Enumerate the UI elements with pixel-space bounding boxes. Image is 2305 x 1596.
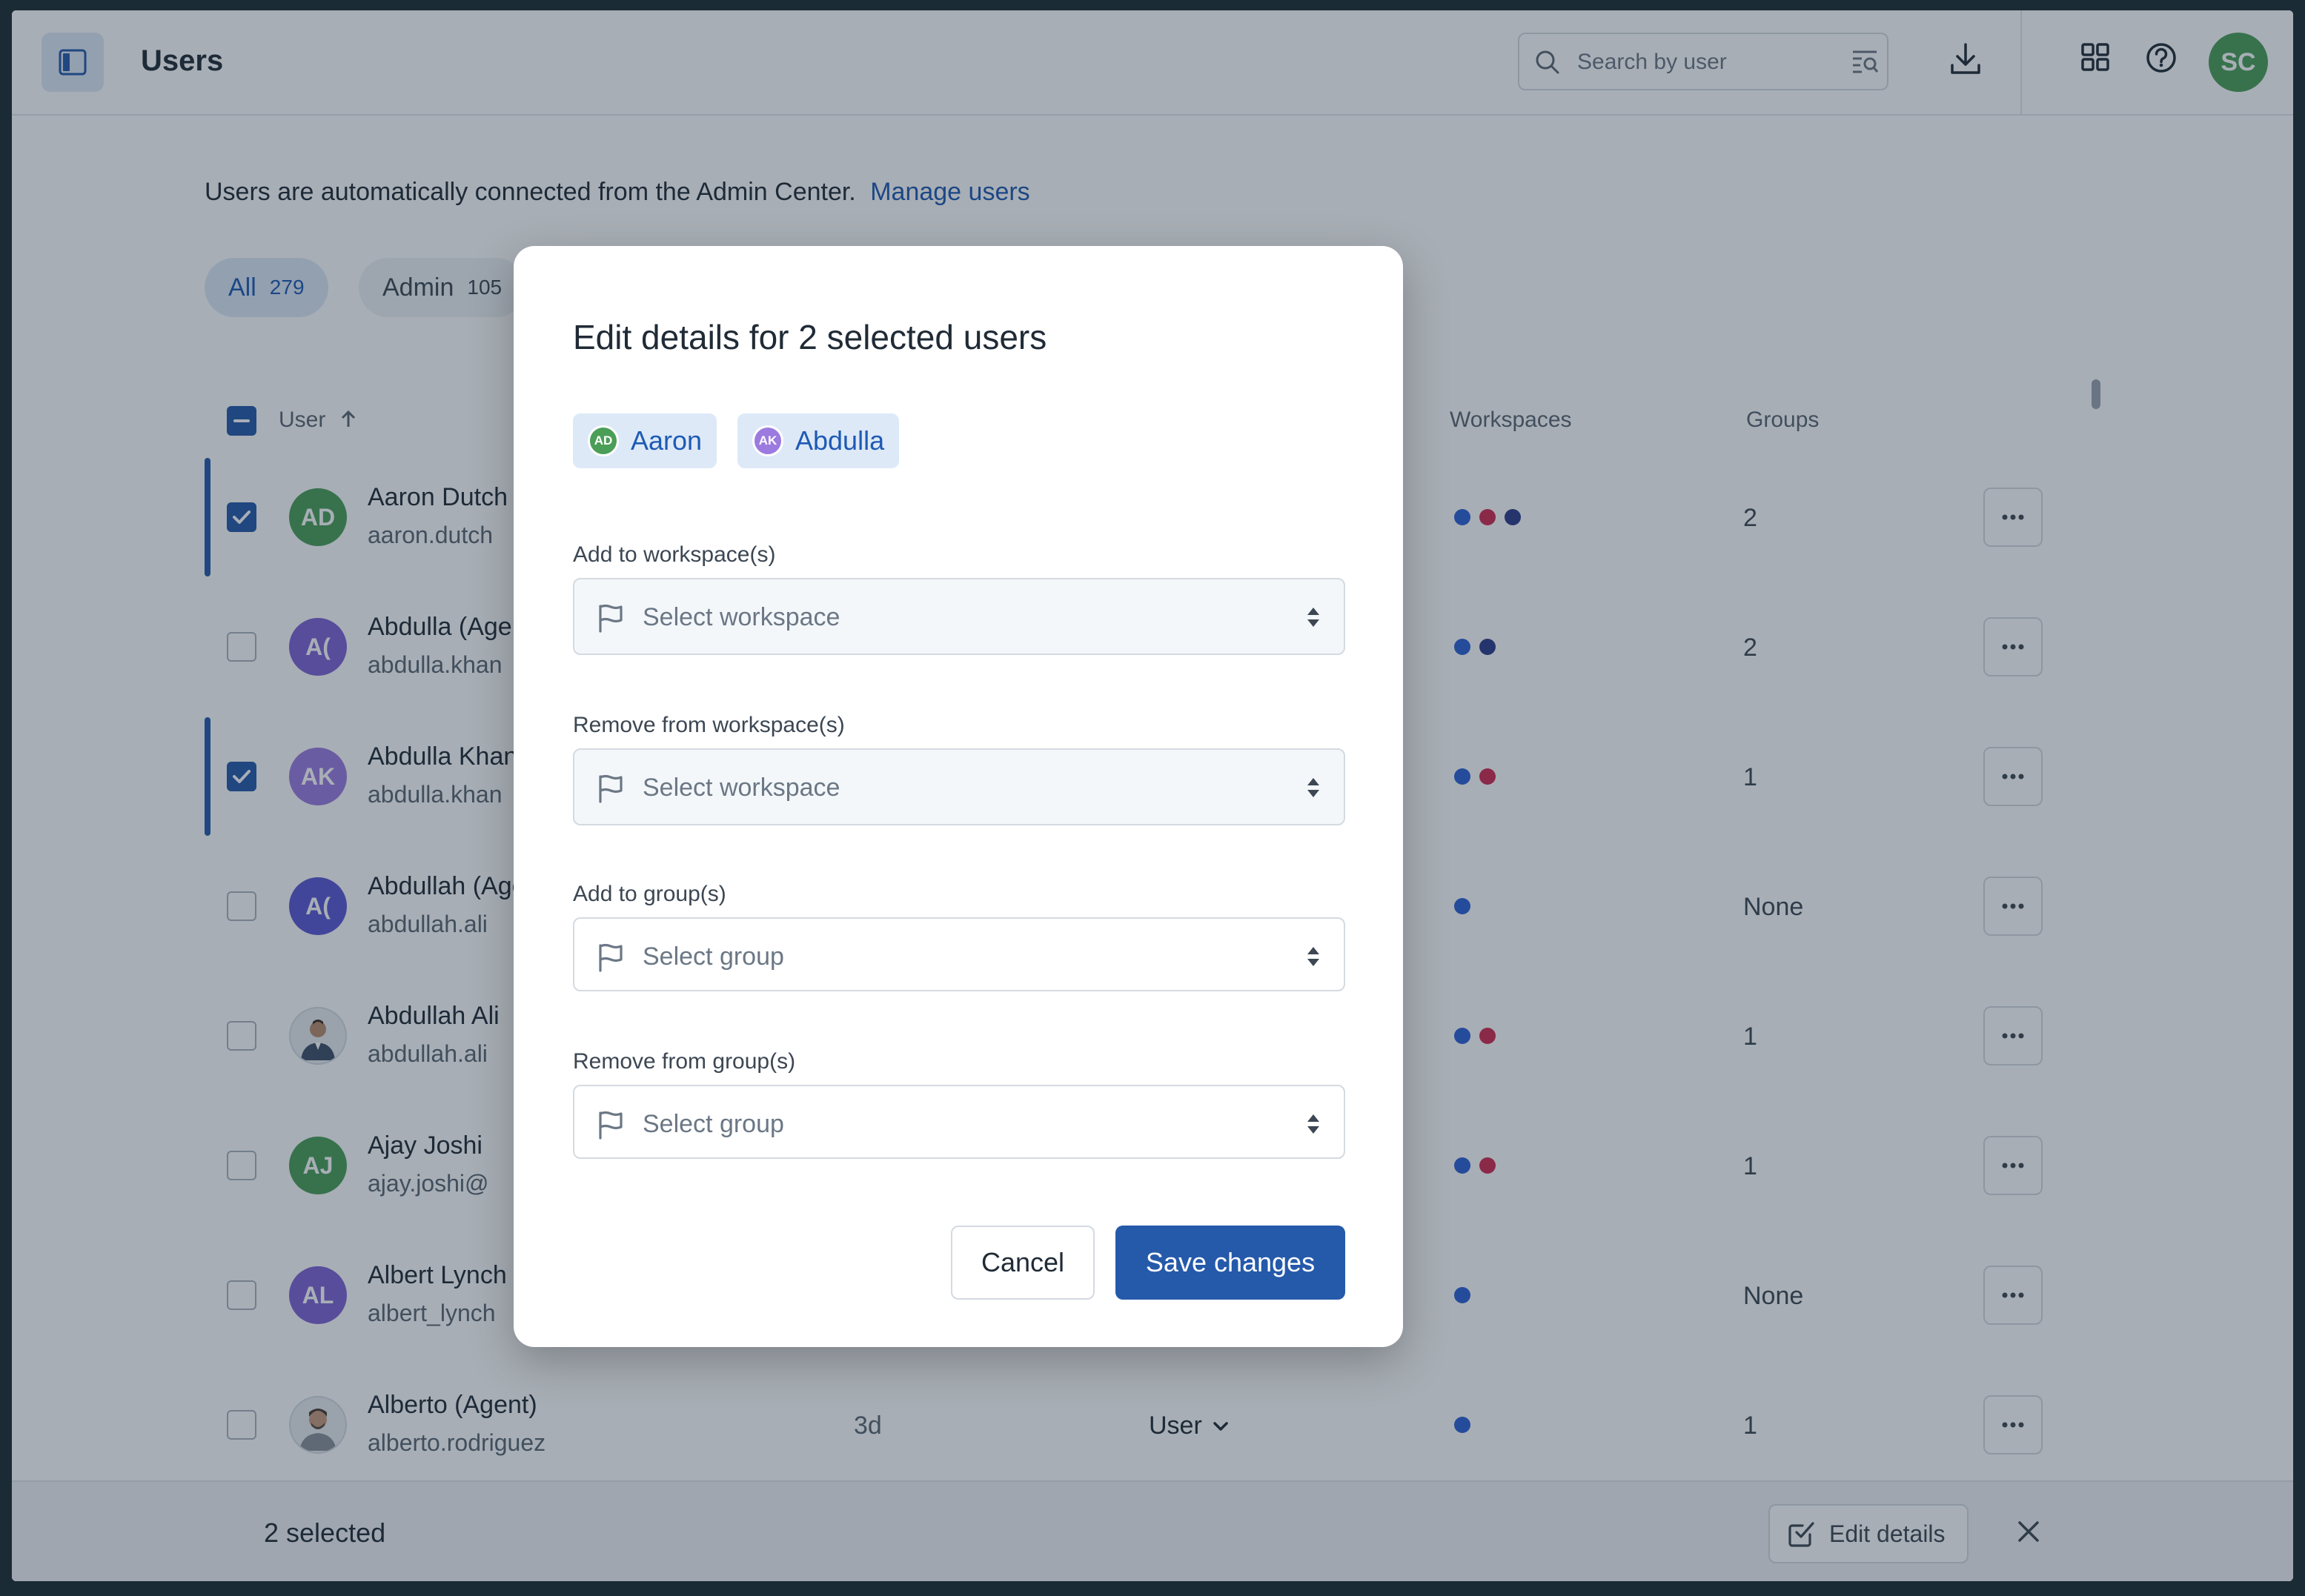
select-caret-icon	[1307, 947, 1319, 966]
chip-label: Aaron	[631, 425, 703, 456]
add-group-select[interactable]: Select group	[573, 917, 1345, 991]
remove-workspace-label: Remove from workspace(s)	[573, 713, 845, 737]
flag-icon	[599, 604, 623, 633]
flag-icon	[599, 774, 623, 803]
add-workspace-label: Add to workspace(s)	[573, 542, 776, 567]
chip-avatar: AK	[752, 425, 783, 456]
chip-label: Abdulla	[795, 425, 885, 456]
save-changes-button[interactable]: Save changes	[1115, 1226, 1345, 1300]
flag-icon	[599, 943, 623, 972]
remove-group-select[interactable]: Select group	[573, 1085, 1345, 1159]
select-placeholder: Select workspace	[643, 774, 840, 802]
add-group-label: Add to group(s)	[573, 882, 726, 906]
flag-icon	[599, 1111, 623, 1140]
edit-details-modal: Edit details for 2 selected users AD Aar…	[514, 246, 1403, 1347]
select-caret-icon	[1307, 608, 1319, 627]
app-window: Users Search by user SC Users are automa…	[12, 10, 2293, 1581]
remove-group-label: Remove from group(s)	[573, 1049, 796, 1074]
modal-title: Edit details for 2 selected users	[573, 318, 1047, 356]
chip-avatar: AD	[588, 425, 619, 456]
cancel-button[interactable]: Cancel	[951, 1226, 1095, 1300]
select-placeholder: Select group	[643, 942, 784, 971]
select-caret-icon	[1307, 778, 1319, 797]
selected-user-chip[interactable]: AK Abdulla	[737, 413, 900, 468]
add-workspace-select[interactable]: Select workspace	[573, 578, 1345, 655]
select-placeholder: Select workspace	[643, 603, 840, 631]
selected-user-chip[interactable]: AD Aaron	[573, 413, 717, 468]
select-caret-icon	[1307, 1114, 1319, 1134]
select-placeholder: Select group	[643, 1110, 784, 1138]
remove-workspace-select[interactable]: Select workspace	[573, 748, 1345, 825]
